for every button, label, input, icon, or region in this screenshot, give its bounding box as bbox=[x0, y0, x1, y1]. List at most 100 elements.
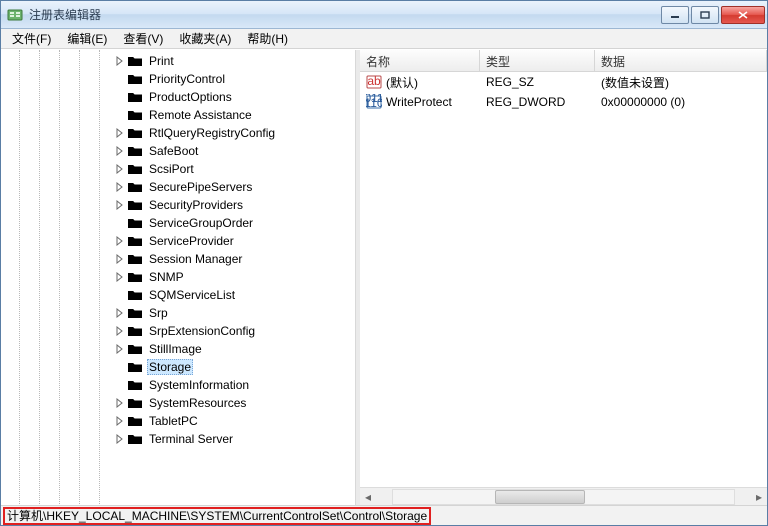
tree-item[interactable]: ScsiPort bbox=[1, 160, 355, 178]
folder-icon bbox=[127, 108, 143, 122]
folder-icon bbox=[127, 342, 143, 356]
scroll-thumb[interactable] bbox=[495, 490, 585, 504]
scroll-right-arrow[interactable]: ▸ bbox=[751, 489, 767, 505]
tree-item[interactable]: SNMP bbox=[1, 268, 355, 286]
tree-item-label: SrpExtensionConfig bbox=[147, 324, 257, 338]
tree-item[interactable]: Terminal Server bbox=[1, 430, 355, 448]
tree-item-label: RtlQueryRegistryConfig bbox=[147, 126, 277, 140]
tree-item[interactable]: Remote Assistance bbox=[1, 106, 355, 124]
scroll-left-arrow[interactable]: ◂ bbox=[360, 489, 376, 505]
menu-favorites[interactable]: 收藏夹(A) bbox=[172, 29, 238, 48]
maximize-button[interactable] bbox=[691, 6, 719, 24]
tree-item[interactable]: RtlQueryRegistryConfig bbox=[1, 124, 355, 142]
list-body[interactable]: (默认) REG_SZ(数值未设置)WriteProtectREG_DWORD0x… bbox=[360, 72, 767, 487]
tree-item[interactable]: SecurityProviders bbox=[1, 196, 355, 214]
tree-item-label: SQMServiceList bbox=[147, 288, 237, 302]
list-header: 名称 类型 数据 bbox=[360, 50, 767, 72]
menu-help[interactable]: 帮助(H) bbox=[240, 29, 295, 48]
tree-item[interactable]: ProductOptions bbox=[1, 88, 355, 106]
statusbar: 计算机\HKEY_LOCAL_MACHINE\SYSTEM\CurrentCon… bbox=[1, 505, 767, 525]
tree-item[interactable]: Print bbox=[1, 52, 355, 70]
expand-toggle-icon[interactable] bbox=[113, 199, 125, 211]
tree-item[interactable]: SystemInformation bbox=[1, 376, 355, 394]
expand-toggle-icon[interactable] bbox=[113, 397, 125, 409]
menu-file[interactable]: 文件(F) bbox=[5, 29, 58, 48]
value-name: (默认) bbox=[386, 74, 418, 91]
tree-item-label: Print bbox=[147, 54, 176, 68]
menu-view[interactable]: 查看(V) bbox=[116, 29, 170, 48]
column-header-data[interactable]: 数据 bbox=[595, 50, 767, 71]
tree-item-label: Remote Assistance bbox=[147, 108, 254, 122]
status-path: 计算机\HKEY_LOCAL_MACHINE\SYSTEM\CurrentCon… bbox=[3, 507, 431, 525]
tree-item[interactable]: SecurePipeServers bbox=[1, 178, 355, 196]
close-button[interactable] bbox=[721, 6, 765, 24]
tree-item[interactable]: PriorityControl bbox=[1, 70, 355, 88]
tree-item-label: Terminal Server bbox=[147, 432, 235, 446]
folder-icon bbox=[127, 162, 143, 176]
expand-toggle-icon[interactable] bbox=[113, 163, 125, 175]
tree-panel[interactable]: Print PriorityControl ProductOptions Remote… bbox=[1, 50, 356, 505]
tree-item-label: SNMP bbox=[147, 270, 186, 284]
tree-item-label: ServiceProvider bbox=[147, 234, 236, 248]
tree-item-label: PriorityControl bbox=[147, 72, 227, 86]
expand-toggle-icon[interactable] bbox=[113, 307, 125, 319]
scroll-track[interactable] bbox=[392, 489, 735, 505]
app-icon bbox=[7, 7, 23, 23]
content-area: Print PriorityControl ProductOptions Remote… bbox=[1, 49, 767, 505]
expand-toggle-icon[interactable] bbox=[113, 235, 125, 247]
folder-icon bbox=[127, 270, 143, 284]
value-type: REG_SZ bbox=[480, 75, 595, 89]
value-data: 0x00000000 (0) bbox=[595, 95, 767, 109]
expand-toggle-icon[interactable] bbox=[113, 127, 125, 139]
column-header-name[interactable]: 名称 bbox=[360, 50, 480, 71]
folder-icon bbox=[127, 234, 143, 248]
titlebar[interactable]: 注册表编辑器 bbox=[1, 1, 767, 29]
expand-toggle-icon[interactable] bbox=[113, 271, 125, 283]
menubar: 文件(F) 编辑(E) 查看(V) 收藏夹(A) 帮助(H) bbox=[1, 29, 767, 49]
tree-item-label: Session Manager bbox=[147, 252, 244, 266]
tree-item[interactable]: SafeBoot bbox=[1, 142, 355, 160]
expand-toggle-icon[interactable] bbox=[113, 325, 125, 337]
value-name: WriteProtect bbox=[386, 95, 452, 109]
column-header-type[interactable]: 类型 bbox=[480, 50, 595, 71]
tree-item-label: SafeBoot bbox=[147, 144, 200, 158]
tree-item[interactable]: SQMServiceList bbox=[1, 286, 355, 304]
tree-item-label: SecurityProviders bbox=[147, 198, 245, 212]
folder-icon bbox=[127, 288, 143, 302]
minimize-button[interactable] bbox=[661, 6, 689, 24]
tree-item[interactable]: TabletPC bbox=[1, 412, 355, 430]
tree-item[interactable]: SystemResources bbox=[1, 394, 355, 412]
tree-item-label: ScsiPort bbox=[147, 162, 196, 176]
tree-item-label: StillImage bbox=[147, 342, 204, 356]
expand-toggle-icon[interactable] bbox=[113, 433, 125, 445]
tree-item[interactable]: StillImage bbox=[1, 340, 355, 358]
expand-toggle-icon[interactable] bbox=[113, 145, 125, 157]
tree-item[interactable]: Session Manager bbox=[1, 250, 355, 268]
folder-icon bbox=[127, 180, 143, 194]
expand-toggle-icon[interactable] bbox=[113, 55, 125, 67]
registry-editor-window: 注册表编辑器 文件(F) 编辑(E) 查看(V) 收藏夹(A) 帮助(H) bbox=[0, 0, 768, 526]
tree-item[interactable]: Storage bbox=[1, 358, 355, 376]
window-title: 注册表编辑器 bbox=[29, 6, 661, 23]
tree-item[interactable]: SrpExtensionConfig bbox=[1, 322, 355, 340]
tree-item[interactable]: Srp bbox=[1, 304, 355, 322]
folder-icon bbox=[127, 306, 143, 320]
expand-toggle-icon[interactable] bbox=[113, 253, 125, 265]
tree-item-label: SecurePipeServers bbox=[147, 180, 254, 194]
list-panel: 名称 类型 数据 (默认) REG_SZ(数值未设置)WriteProtectRE… bbox=[360, 50, 767, 505]
folder-icon bbox=[127, 432, 143, 446]
expand-toggle-icon[interactable] bbox=[113, 181, 125, 193]
tree-item[interactable]: ServiceGroupOrder bbox=[1, 214, 355, 232]
menu-edit[interactable]: 编辑(E) bbox=[60, 29, 114, 48]
tree-item[interactable]: ServiceProvider bbox=[1, 232, 355, 250]
list-row[interactable]: WriteProtectREG_DWORD0x00000000 (0) bbox=[360, 92, 767, 112]
list-row[interactable]: (默认) REG_SZ(数值未设置) bbox=[360, 72, 767, 92]
string-value-icon bbox=[366, 74, 382, 90]
tree-item-label: Storage bbox=[147, 359, 193, 375]
horizontal-scrollbar[interactable]: ◂ ▸ bbox=[360, 487, 767, 505]
folder-icon bbox=[127, 216, 143, 230]
expand-toggle-icon[interactable] bbox=[113, 415, 125, 427]
expand-toggle-icon[interactable] bbox=[113, 343, 125, 355]
value-data: (数值未设置) bbox=[595, 74, 767, 91]
folder-icon bbox=[127, 252, 143, 266]
